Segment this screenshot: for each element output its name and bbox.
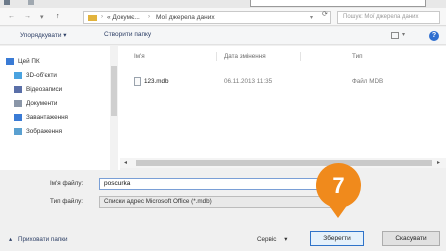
forward-icon[interactable]: → [24,13,31,20]
nav-item-label: Зображення [26,128,62,135]
file-row[interactable]: 123.mdb 06.11.2013 11:35 Файл MDB [128,77,438,88]
dialog-footer: ▴ Приховати папки Сервіс ▾ Зберегти Скас… [0,226,446,251]
filetype-label: Тип файлу: [50,198,84,205]
file-icon [134,77,141,86]
folder-icon [88,15,97,21]
nav-item-label: Відеозаписи [26,86,63,93]
help-icon[interactable]: ? [429,31,439,41]
address-input[interactable]: › « Докумє... › Мої джерела даних ▾ [83,11,331,24]
address-dropdown-icon[interactable]: ▾ [310,14,313,21]
top-popup [250,0,426,7]
tools-button[interactable]: Сервіс ▾ [257,236,287,243]
nav-item-label: 3D-об'єкти [26,72,57,79]
top-strip [0,0,446,8]
tools-label: Сервіс [257,236,277,243]
column-divider[interactable] [216,52,217,61]
picture-icon [14,128,22,135]
breadcrumb-separator: › [101,14,103,20]
step-callout-badge: 7 [316,163,361,208]
column-divider[interactable] [300,52,301,61]
video-icon [14,86,22,93]
nav-item-label: Завантаження [26,114,68,121]
cancel-button[interactable]: Скасувати [382,231,440,246]
back-icon[interactable]: ← [8,13,15,20]
nav-item-label: Цей ПК [18,58,40,65]
view-chevron-icon[interactable]: ▾ [402,31,405,38]
address-bar: ← → ▾ ↑ › « Докумє... › Мої джерела дани… [0,8,446,26]
chevron-up-icon: ▴ [9,236,13,243]
view-options-icon[interactable] [391,32,399,39]
column-header-date[interactable]: Дата змінення [224,53,266,60]
document-icon [14,100,22,107]
filename-input[interactable]: poscurka [99,178,339,190]
recent-chevron-icon[interactable]: ▾ [40,13,44,21]
download-icon [14,114,22,121]
filetype-select[interactable]: Списки адрес Microsoft Office (*.mdb) [99,196,339,208]
search-placeholder: Пошук: Мої джерела даних [343,14,419,20]
nav-scrollbar[interactable] [110,46,118,170]
file-type: Файл MDB [352,78,384,85]
up-icon[interactable]: ↑ [56,13,60,20]
breadcrumb-separator: › [148,14,150,20]
file-name: 123.mdb [144,78,169,85]
column-header-type[interactable]: Тип [352,53,363,60]
breadcrumb-documents[interactable]: « Докумє... [107,14,140,21]
window-icon [28,0,34,5]
hide-folders-label: Приховати папки [18,236,68,243]
horizontal-scrollbar-thumb[interactable] [136,160,432,166]
window-icon [4,0,10,5]
nav-item-label: Документи [26,100,58,107]
scroll-left-icon[interactable]: ◂ [124,159,127,166]
computer-icon [6,58,14,65]
file-date: 06.11.2013 11:35 [224,78,273,85]
search-input[interactable]: Пошук: Мої джерела даних [337,11,440,24]
horizontal-scrollbar[interactable]: ◂ ▸ [120,158,446,168]
column-header-name[interactable]: Ім'я [134,53,145,60]
cube-icon [14,72,22,79]
save-button[interactable]: Зберегти [310,231,364,246]
breadcrumb-data-sources[interactable]: Мої джерела даних [156,14,215,21]
scroll-right-icon[interactable]: ▸ [437,159,440,166]
hide-folders-button[interactable]: ▴ Приховати папки [9,236,68,243]
navigation-pane: Цей ПК 3D-об'єкти Відеозаписи Документи … [0,46,120,170]
refresh-icon[interactable]: ⟳ [322,10,328,18]
file-list: Ім'я Дата змінення Тип 123.mdb 06.11.201… [120,46,446,158]
organize-button[interactable]: Упорядкувати ▾ [20,31,67,39]
tools-chevron-icon: ▾ [284,236,288,243]
save-form: Ім'я файлу: poscurka Тип файлу: Списки а… [0,170,446,212]
nav-scrollbar-thumb[interactable] [111,66,117,116]
filename-label: Ім'я файлу: [50,180,84,187]
toolbar: Упорядкувати ▾ Створити папку ▾ ? [0,27,446,45]
new-folder-button[interactable]: Створити папку [104,31,151,38]
